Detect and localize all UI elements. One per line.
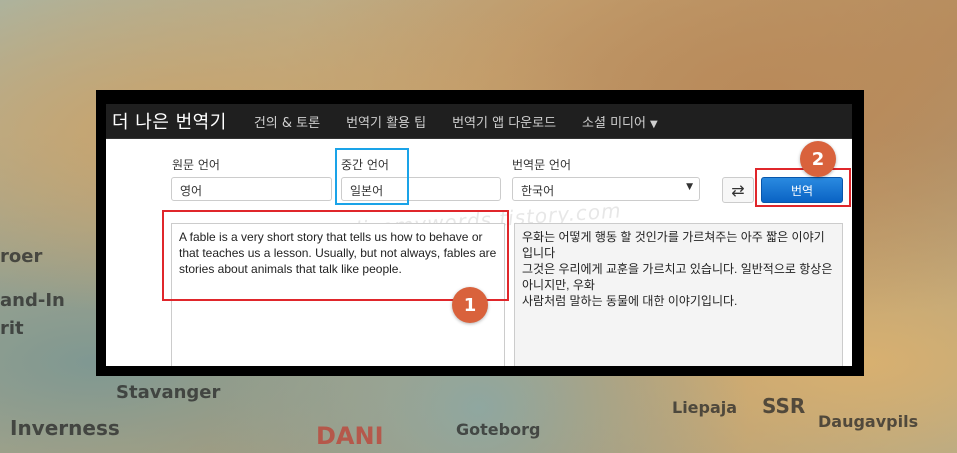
navbar: 더 나은 번역기 건의 & 토론 번역기 활용 팁 번역기 앱 다운로드 소셜 … <box>106 104 852 139</box>
source-language-select[interactable]: 영어 <box>171 177 332 201</box>
source-language-value: 영어 <box>180 184 203 198</box>
source-text-highlight <box>162 210 509 301</box>
nav-item-discussion[interactable]: 건의 & 토론 <box>241 112 333 131</box>
nav-item-social-media[interactable]: 소셜 미디어 ▼ <box>569 112 671 131</box>
target-language-label: 번역문 언어 <box>512 158 572 172</box>
dropdown-arrow-icon: ▼ <box>686 182 693 192</box>
brand-logo[interactable]: 더 나은 번역기 <box>106 108 241 134</box>
map-label-roer: roer <box>0 246 43 267</box>
map-label-goteborg: Goteborg <box>456 420 541 439</box>
swap-arrows-icon: ⇄ <box>731 180 745 200</box>
middle-language-highlight <box>335 148 409 205</box>
map-label-daugavpils: Daugavpils <box>818 412 919 431</box>
translator-app: 더 나은 번역기 건의 & 토론 번역기 활용 팁 번역기 앱 다운로드 소셜 … <box>106 104 852 366</box>
map-label-dani: DANI <box>316 422 384 450</box>
screenshot-frame: 더 나은 번역기 건의 & 토론 번역기 활용 팁 번역기 앱 다운로드 소셜 … <box>96 90 864 376</box>
target-language-value: 한국어 <box>521 184 555 198</box>
swap-languages-button[interactable]: ⇄ <box>722 177 754 203</box>
nav-item-social-label: 소셜 미디어 <box>582 115 646 131</box>
map-label-stavanger: Stavanger <box>116 382 221 403</box>
map-label-rit: rit <box>0 318 24 339</box>
caret-down-icon: ▼ <box>649 118 658 130</box>
source-language-label: 원문 언어 <box>172 158 220 172</box>
translation-output: 우화는 어떻게 행동 할 것인가를 가르쳐주는 아주 짧은 이야기입니다 그것은… <box>514 223 843 366</box>
translate-button-highlight <box>755 168 851 207</box>
map-label-ssr: SSR <box>762 394 806 418</box>
target-language-select[interactable]: 한국어 ▼ <box>512 177 700 201</box>
map-label-inverness: Inverness <box>10 416 120 440</box>
nav-item-tips[interactable]: 번역기 활용 팁 <box>333 112 439 131</box>
map-label-liepaja: Liepaja <box>672 398 738 417</box>
step-badge-2: 2 <box>800 141 836 177</box>
nav-item-app-download[interactable]: 번역기 앱 다운로드 <box>439 112 569 131</box>
map-label-and-in: and-In <box>0 290 65 311</box>
step-badge-1: 1 <box>452 287 488 323</box>
